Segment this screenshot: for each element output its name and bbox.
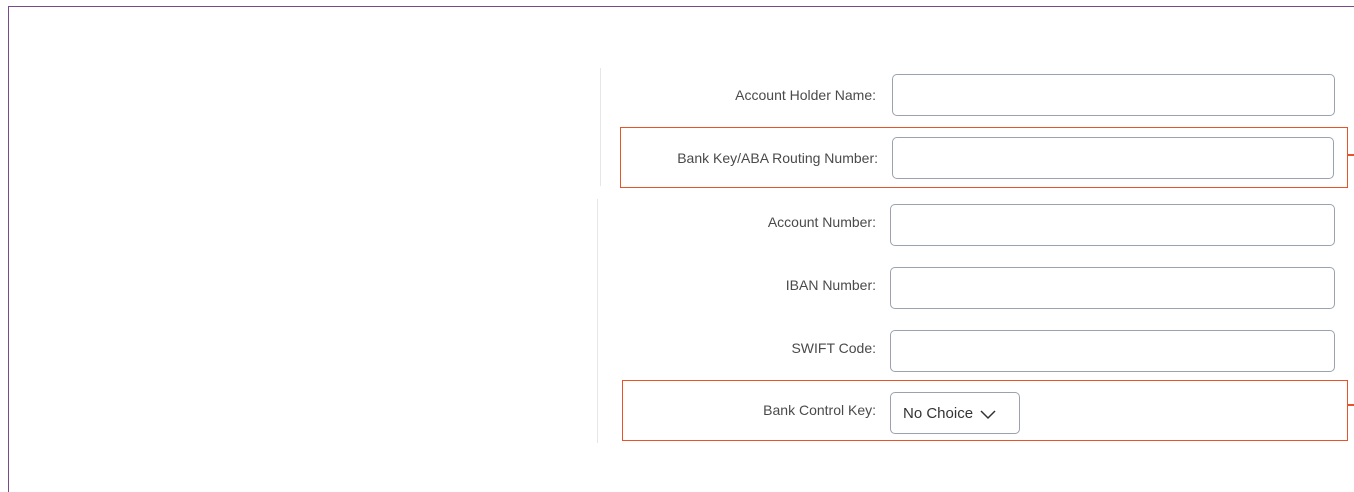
bank-key-label: Bank Key/ABA Routing Number: bbox=[677, 150, 878, 166]
chevron-down-icon bbox=[979, 407, 997, 420]
swift-code-label: SWIFT Code: bbox=[791, 340, 876, 356]
account-number-label: Account Number: bbox=[767, 214, 876, 230]
account-number-input[interactable] bbox=[890, 204, 1335, 246]
bank-control-key-highlight-tick bbox=[1348, 404, 1354, 406]
iban-number-label: IBAN Number: bbox=[785, 277, 876, 293]
swift-code-input[interactable] bbox=[890, 330, 1335, 372]
bank-key-highlight-tick bbox=[1348, 154, 1354, 156]
bank-control-key-value: No Choice bbox=[903, 404, 974, 422]
iban-number-input[interactable] bbox=[890, 267, 1335, 309]
section-divider-bottom bbox=[597, 199, 598, 443]
account-holder-name-label: Account Holder Name: bbox=[735, 87, 876, 103]
account-holder-name-input[interactable] bbox=[892, 74, 1335, 116]
bank-control-key-label: Bank Control Key: bbox=[763, 402, 876, 418]
section-divider-top bbox=[600, 68, 601, 186]
bank-control-key-select[interactable]: No Choice bbox=[890, 392, 1020, 434]
bank-key-input[interactable] bbox=[892, 137, 1334, 179]
